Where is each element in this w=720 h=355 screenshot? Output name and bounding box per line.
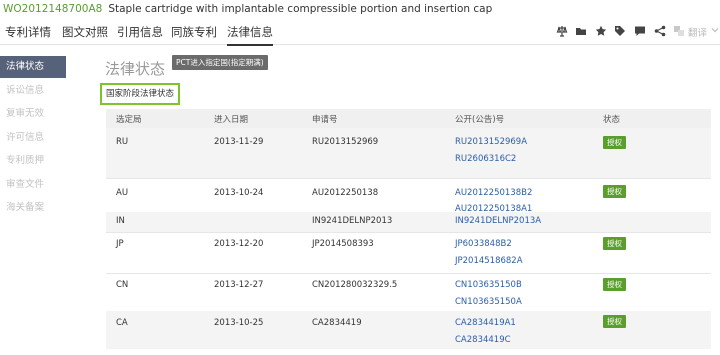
star-icon[interactable] <box>595 25 607 37</box>
office-cell: JP <box>116 239 124 249</box>
pub-link[interactable]: CN103635150A <box>455 297 522 307</box>
table-header: 选定局 进入日期 申请号 公开(公告)号 状态 <box>106 109 711 128</box>
app-no-cell: AU2012250138 <box>312 188 379 198</box>
app-no-cell: CN201280032329.5 <box>312 280 398 290</box>
pub-link[interactable]: RU2013152969A <box>455 137 527 147</box>
office-cell: RU <box>116 137 129 147</box>
column-header-status: 状态 <box>603 115 621 125</box>
publication-id: WO2012148700A8 <box>3 3 103 15</box>
office-cell: CA <box>116 318 128 328</box>
sidebar-item-pledge[interactable]: 专利质押 <box>0 150 66 172</box>
sidebar-item-reexamination[interactable]: 复审无效 <box>0 103 66 125</box>
date-cell: 2013-12-27 <box>214 280 264 290</box>
app-no-cell: RU2013152969 <box>312 137 379 147</box>
sidebar-item-examination-docs[interactable]: 审查文件 <box>0 174 66 196</box>
column-header-date: 进入日期 <box>214 115 249 125</box>
tab-citations[interactable]: 引用信息 <box>117 24 163 40</box>
status-badge: 授权 <box>603 315 626 328</box>
tab-figure-text[interactable]: 图文对照 <box>62 24 108 40</box>
pub-link[interactable]: CN103635150B <box>455 280 522 290</box>
sidebar-item-customs[interactable]: 海关备案 <box>0 197 66 219</box>
date-cell: 2013-10-25 <box>214 318 264 328</box>
date-cell: 2013-12-20 <box>214 239 264 249</box>
table-row: CA 2013-10-25 CA2834419 CA2834419A1 CA28… <box>106 311 711 349</box>
tab-patent-detail[interactable]: 专利详情 <box>5 24 51 40</box>
pub-link[interactable]: AU2012250138B2 <box>455 188 532 198</box>
folder-icon[interactable] <box>575 25 587 37</box>
table-row: RU 2013-11-29 RU2013152969 RU2013152969A… <box>106 128 711 178</box>
office-cell: CN <box>116 280 129 290</box>
date-cell: 2013-10-24 <box>214 188 264 198</box>
pub-link[interactable]: CA2834419A1 <box>455 318 516 328</box>
pub-link[interactable]: CA2834419C <box>455 335 511 345</box>
table-row: AU 2013-10-24 AU2012250138 AU2012250138B… <box>106 179 711 214</box>
column-header-app-no: 申请号 <box>312 115 338 125</box>
translate-icon[interactable] <box>673 25 685 37</box>
table-row: CN 2013-12-27 CN201280032329.5 CN1036351… <box>106 274 711 311</box>
column-header-office: 选定局 <box>116 115 142 125</box>
legal-sidebar: 法律状态 诉讼信息 复审无效 许可信息 专利质押 审查文件 海关备案 <box>0 56 66 219</box>
comment-icon[interactable] <box>634 25 646 37</box>
table-row: IN IN9241DELNP2013 IN9241DELNP2013A <box>106 212 711 232</box>
patent-title: Staple cartridge with implantable compre… <box>108 3 493 15</box>
title-bar: WO2012148700A8 Staple cartridge with imp… <box>0 0 720 18</box>
app-no-cell: IN9241DELNP2013 <box>312 216 393 226</box>
sidebar-item-legal-status[interactable]: 法律状态 <box>0 56 66 78</box>
office-cell: AU <box>116 188 129 198</box>
table-row: JP 2013-12-20 JP2014508393 JP6033848B2 J… <box>106 233 711 273</box>
status-badge: 授权 <box>603 185 626 198</box>
sidebar-item-license[interactable]: 许可信息 <box>0 127 66 149</box>
pct-entry-button[interactable]: PCT进入指定国(指定期满) <box>172 55 268 70</box>
sidebar-item-litigation[interactable]: 诉讼信息 <box>0 80 66 102</box>
column-header-pub-no: 公开(公告)号 <box>455 115 505 125</box>
chevron-down-icon[interactable] <box>711 26 719 34</box>
status-badge: 授权 <box>603 136 626 149</box>
tag-icon[interactable] <box>614 25 626 37</box>
app-no-cell: JP2014508393 <box>312 239 374 249</box>
status-badge: 授权 <box>603 278 626 291</box>
share-icon[interactable] <box>654 25 666 37</box>
legal-status-table: 选定局 进入日期 申请号 公开(公告)号 状态 RU 2013-11-29 RU… <box>106 109 711 349</box>
office-cell: IN <box>116 216 125 226</box>
translate-pin-icon[interactable] <box>556 25 568 37</box>
app-no-cell: CA2834419 <box>312 318 362 328</box>
tab-legal-info[interactable]: 法律信息 <box>227 24 273 46</box>
status-badge: 授权 <box>603 237 626 250</box>
tab-family[interactable]: 同族专利 <box>171 24 217 40</box>
pub-link[interactable]: IN9241DELNP2013A <box>455 216 541 226</box>
detail-tabs: 专利详情 图文对照 引用信息 同族专利 法律信息 翻译 <box>0 18 720 46</box>
translate-label[interactable]: 翻译 <box>688 25 707 39</box>
page-title: 法律状态 <box>105 60 166 78</box>
pub-link[interactable]: JP2014518682A <box>455 256 523 266</box>
pub-link[interactable]: RU2606316C2 <box>455 154 516 164</box>
pub-link[interactable]: JP6033848B2 <box>455 239 512 249</box>
national-stage-button[interactable]: 国家阶段法律状态 <box>100 83 180 105</box>
date-cell: 2013-11-29 <box>214 137 264 147</box>
